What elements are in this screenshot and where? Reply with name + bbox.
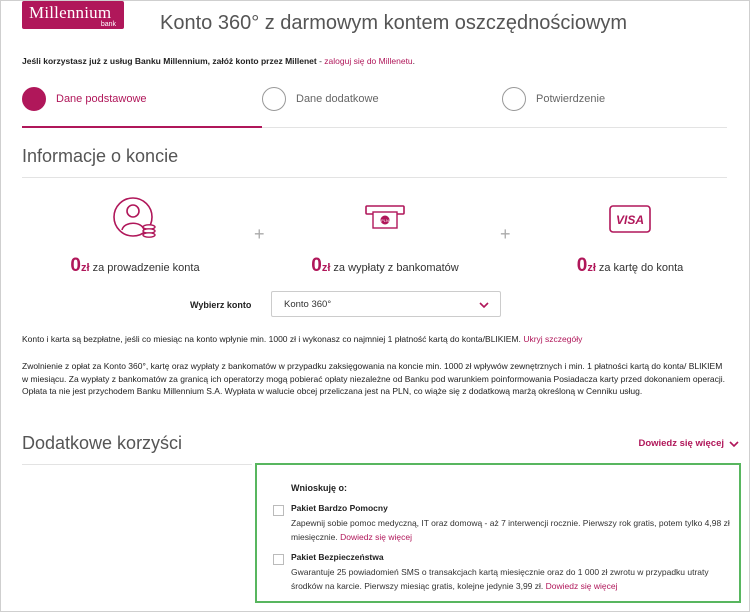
- option-pakiet-bardzo-pomocny: Pakiet Bardzo Pomocny Zapewnij sobie pom…: [273, 503, 733, 545]
- benefits-title: Dodatkowe korzyści: [22, 433, 183, 453]
- benefits-more-link[interactable]: Dowiedz się więcej: [638, 438, 740, 449]
- step-circle-icon: [502, 87, 526, 111]
- svg-text:VISA: VISA: [616, 213, 644, 227]
- millennium-logo[interactable]: Millennium bank: [22, 1, 124, 29]
- benefits-divider: [22, 464, 252, 465]
- step-additional-data[interactable]: Dane dodatkowe: [262, 86, 379, 112]
- option-more-link[interactable]: Dowiedz się więcej: [340, 532, 412, 542]
- select-value: Konto 360°: [284, 299, 332, 310]
- feature-desc: za wypłaty z bankomatów: [333, 262, 459, 274]
- feature-amount: 0: [576, 255, 588, 276]
- feature-unit: zł: [81, 262, 90, 274]
- feature-unit: zł: [321, 262, 331, 274]
- option-title: Pakiet Bezpieczeństwa: [291, 552, 384, 562]
- feature-text: 0zł za kartę do konta: [560, 255, 700, 277]
- feature-atm-fee: PLN 0zł za wypłaty z bankomatów: [300, 196, 470, 277]
- intro-line: Jeśli korzystasz już z usług Banku Mille…: [22, 56, 415, 66]
- benefits-options-box: Wnioskuję o: Pakiet Bardzo Pomocny Zapew…: [255, 463, 741, 603]
- step-circle-icon: [262, 87, 286, 111]
- feature-text: 0zł za wypłaty z bankomatów: [300, 255, 470, 277]
- option-description: Zapewnij sobie pomoc medyczną, IT oraz d…: [291, 517, 731, 544]
- account-info-divider: [22, 177, 727, 178]
- feature-unit: zł: [587, 262, 596, 274]
- feature-text: 0zł za prowadzenie konta: [60, 255, 210, 277]
- account-info-title: Informacje o koncie: [22, 146, 179, 166]
- fee-details-text: Zwolnienie z opłat za Konto 360°, kartę …: [22, 361, 726, 396]
- plus-sign: +: [254, 224, 265, 244]
- feature-desc: za prowadzenie konta: [92, 262, 200, 274]
- pakiet-bezpieczenstwa-checkbox[interactable]: [273, 554, 284, 565]
- step-basic-data[interactable]: Dane podstawowe: [22, 86, 147, 112]
- option-description: Gwarantuje 25 powiadomień SMS o transakc…: [291, 566, 731, 593]
- visa-card-icon: VISA: [560, 196, 700, 247]
- intro-end: .: [412, 56, 416, 66]
- step-circle-icon: [22, 87, 46, 111]
- logo-main-text: Millennium: [29, 3, 112, 22]
- option-desc-text: Gwarantuje 25 powiadomień SMS o transakc…: [291, 567, 709, 591]
- chevron-down-icon: [478, 298, 490, 316]
- feature-account-fee: 0zł za prowadzenie konta: [60, 196, 210, 277]
- step-confirmation[interactable]: Potwierdzenie: [502, 86, 605, 112]
- logo-sub-text: bank: [100, 21, 116, 28]
- step-label: Potwierdzenie: [536, 93, 606, 105]
- intro-text: Jeśli korzystasz już z usług Banku Mille…: [22, 56, 317, 66]
- note-text: Konto i karta są bezpłatne, jeśli co mie…: [22, 334, 521, 344]
- feature-amount: 0: [70, 255, 81, 276]
- option-pakiet-bezpieczenstwa: Pakiet Bezpieczeństwa Gwarantuje 25 powi…: [273, 552, 733, 598]
- steps-active-bar: [22, 126, 262, 128]
- svg-text:PLN: PLN: [381, 218, 389, 223]
- account-fee-note: Konto i karta są bezpłatne, jeśli co mie…: [22, 333, 727, 346]
- progress-steps: Dane podstawowe Dane dodatkowe Potwierdz…: [22, 86, 727, 128]
- step-label: Dane dodatkowe: [296, 93, 379, 105]
- feature-desc: za kartę do konta: [598, 262, 684, 274]
- feature-amount: 0: [311, 255, 322, 276]
- feature-card-fee: VISA 0zł za kartę do konta: [560, 196, 700, 277]
- more-link-text: Dowiedz się więcej: [638, 438, 724, 449]
- page-title: Konto 360° z darmowym kontem oszczędnośc…: [160, 12, 628, 34]
- apply-for-label: Wnioskuję o:: [291, 483, 347, 493]
- account-type-select[interactable]: Konto 360°: [271, 291, 501, 317]
- hide-details-link[interactable]: Ukryj szczegóły: [523, 334, 582, 344]
- login-millenet-link[interactable]: zaloguj się do Millenetu: [324, 56, 412, 66]
- pakiet-pomocny-checkbox[interactable]: [273, 505, 284, 516]
- person-coins-icon: [60, 196, 210, 247]
- option-title: Pakiet Bardzo Pomocny: [291, 503, 388, 513]
- select-account-label: Wybierz konto: [190, 300, 252, 310]
- atm-cash-icon: PLN: [300, 196, 470, 247]
- step-label: Dane podstawowe: [56, 93, 147, 105]
- chevron-down-icon: [729, 440, 739, 447]
- plus-sign: +: [500, 224, 511, 244]
- option-more-link[interactable]: Dowiedz się więcej: [546, 581, 618, 591]
